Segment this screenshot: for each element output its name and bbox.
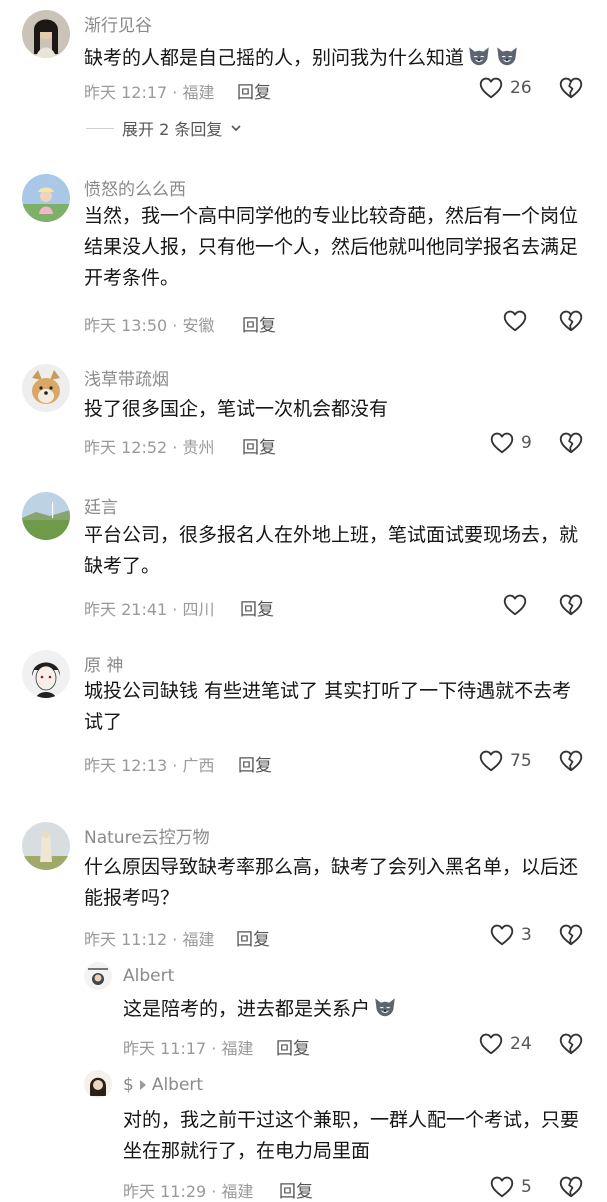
like-button[interactable]: 9 <box>489 430 532 456</box>
like-button[interactable]: 75 <box>478 748 532 774</box>
reply-button[interactable]: 回复 <box>236 925 270 950</box>
dislike-icon[interactable] <box>558 430 584 456</box>
avatar[interactable] <box>84 1070 112 1098</box>
reply-to-name[interactable]: Albert <box>152 1075 203 1095</box>
like-count: 26 <box>510 78 532 98</box>
comment-author[interactable]: 渐行见谷 <box>84 11 152 36</box>
dislike-icon[interactable] <box>558 748 584 774</box>
heart-icon <box>502 308 528 334</box>
comment-text: 当然，我一个高中同学他的专业比较奇葩，然后有一个岗位结果没人报，只有他一个人，然… <box>84 205 579 289</box>
like-button[interactable] <box>502 592 534 618</box>
reply-text: 这是陪考的，进去都是关系户 <box>123 994 583 1025</box>
heart-icon <box>478 75 504 101</box>
reply-to-arrow-icon <box>139 1079 146 1090</box>
dislike-icon[interactable] <box>558 922 584 948</box>
like-count: 5 <box>521 1177 532 1197</box>
reply-author-name[interactable]: $ <box>123 1075 134 1095</box>
heart-icon <box>478 748 504 774</box>
comment-author[interactable]: 廷言 <box>84 493 118 518</box>
dislike-icon[interactable] <box>558 1174 584 1200</box>
heart-icon <box>489 1174 515 1200</box>
wolf-emoji-icon <box>466 43 492 69</box>
like-button[interactable]: 5 <box>489 1174 532 1200</box>
dislike-icon[interactable] <box>558 592 584 618</box>
like-button[interactable]: 24 <box>478 1031 532 1057</box>
avatar[interactable] <box>22 822 70 870</box>
comment-meta: 昨天 12:52 · 贵州 <box>84 438 215 457</box>
reply-button[interactable]: 回复 <box>279 1177 313 1202</box>
comment-meta: 昨天 12:17 · 福建 <box>84 83 215 102</box>
like-count: 9 <box>521 433 532 453</box>
comment-author[interactable]: 原 神 <box>84 651 123 676</box>
like-button[interactable]: 3 <box>489 922 532 948</box>
wolf-emoji-icon <box>372 994 398 1020</box>
comment-author[interactable]: 浅草带疏烟 <box>84 365 169 390</box>
reply-author: $ Albert <box>123 1075 203 1095</box>
like-button[interactable]: 26 <box>478 75 532 101</box>
dislike-icon[interactable] <box>558 75 584 101</box>
comment-text: 投了很多国企，笔试一次机会都没有 <box>84 398 389 420</box>
comment-author[interactable]: Nature云控万物 <box>84 823 210 848</box>
avatar[interactable] <box>22 10 70 58</box>
reply-text: 对的，我之前干过这个兼职，一群人配一个考试，只要坐在那就行了，在电力局里面 <box>123 1109 580 1162</box>
reply-button[interactable]: 回复 <box>242 433 276 458</box>
like-count: 3 <box>521 925 532 945</box>
reply-meta: 昨天 11:17 · 福建 <box>123 1039 254 1058</box>
heart-icon <box>502 592 528 618</box>
dislike-icon[interactable] <box>558 308 584 334</box>
dislike-icon[interactable] <box>558 1031 584 1057</box>
reply-button[interactable]: 回复 <box>242 311 276 336</box>
comment-text: 什么原因导致缺考率那么高，缺考了会列入黑名单，以后还能报考吗？ <box>84 856 579 909</box>
avatar[interactable] <box>22 364 70 412</box>
like-count: 75 <box>510 751 532 771</box>
reply-button[interactable]: 回复 <box>276 1034 310 1059</box>
chevron-down-icon <box>231 125 241 132</box>
reply-meta: 昨天 11:29 · 福建 <box>123 1182 254 1201</box>
avatar[interactable] <box>22 174 70 222</box>
expand-replies-button[interactable]: 展开 2 条回复 <box>86 116 242 140</box>
comment-text: 城投公司缺钱 有些进笔试了 其实打听了一下待遇就不去考试了 <box>84 680 572 733</box>
reply-button[interactable]: 回复 <box>240 595 274 620</box>
reply-button[interactable]: 回复 <box>237 78 271 103</box>
reply-author[interactable]: Albert <box>123 966 174 986</box>
avatar[interactable] <box>22 492 70 540</box>
expand-replies-label: 展开 2 条回复 <box>122 120 223 139</box>
like-button[interactable] <box>502 308 534 334</box>
comment-text: 平台公司，很多报名人在外地上班，笔试面试要现场去，就缺考了。 <box>84 524 579 577</box>
like-count: 24 <box>510 1034 532 1054</box>
comment-meta: 昨天 12:13 · 广西 <box>84 756 215 775</box>
comment-author[interactable]: 愤怒的么么西 <box>84 175 186 200</box>
avatar[interactable] <box>84 962 112 990</box>
comment-meta: 昨天 11:12 · 福建 <box>84 930 215 949</box>
comment-meta: 昨天 21:41 · 四川 <box>84 600 215 619</box>
wolf-emoji-icon <box>494 43 520 69</box>
reply-button[interactable]: 回复 <box>238 751 272 776</box>
comment-text: 缺考的人都是自己摇的人，别问我为什么知道 <box>84 43 589 74</box>
comment-meta: 昨天 13:50 · 安徽 <box>84 316 215 335</box>
heart-icon <box>489 430 515 456</box>
avatar[interactable] <box>22 650 70 698</box>
divider <box>86 127 114 129</box>
heart-icon <box>489 922 515 948</box>
heart-icon <box>478 1031 504 1057</box>
